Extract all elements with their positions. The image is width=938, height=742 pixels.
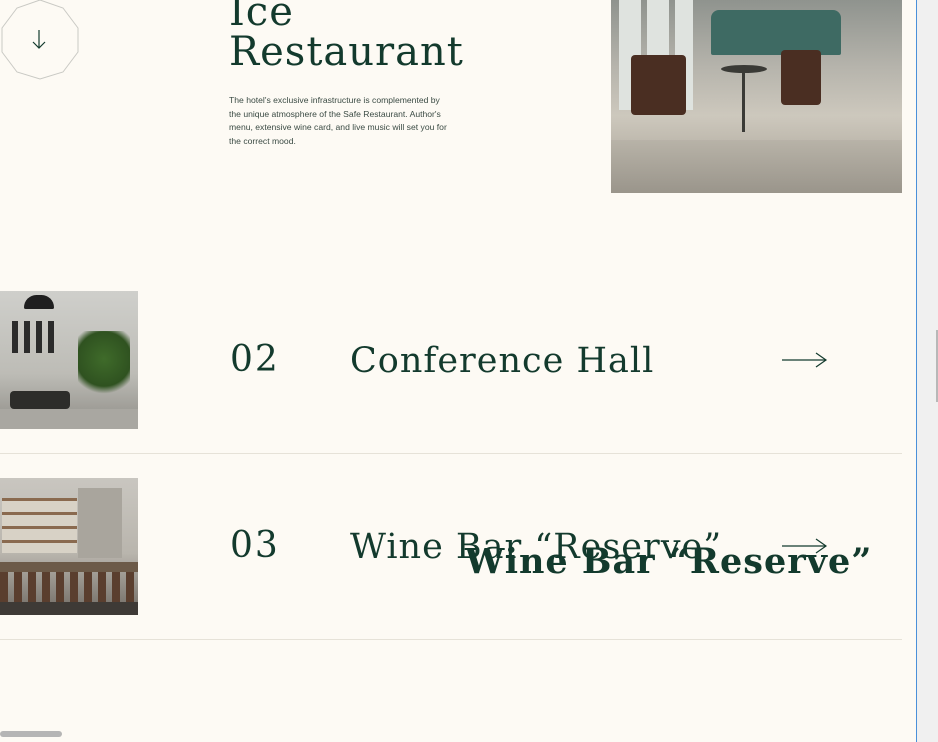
section-title-line1: Ice [229, 0, 294, 35]
arrow-right-icon [782, 352, 828, 368]
vertical-scrollbar-track[interactable] [917, 0, 938, 742]
row-link-conference-hall[interactable] [782, 352, 828, 368]
arrow-down-icon [1, 0, 79, 80]
section-title: Ice Restaurant [229, 0, 464, 72]
row-divider [0, 639, 902, 640]
conference-hall-thumbnail[interactable] [0, 291, 138, 429]
row-title-conference-hall[interactable]: Conference Hall [350, 341, 654, 381]
section-title-line2: Restaurant [229, 29, 464, 75]
page: Ice Restaurant The hotel's exclusive inf… [0, 0, 938, 742]
viewport-edge-rule [916, 0, 917, 742]
horizontal-scrollbar-thumb[interactable] [0, 731, 62, 737]
section-description: The hotel's exclusive infrastructure is … [229, 95, 447, 146]
row-divider [0, 453, 902, 454]
restaurant-photo [611, 0, 902, 193]
scroll-down-button[interactable] [0, 0, 80, 80]
dragged-title-ghost: Wine Bar “Reserve” [465, 541, 873, 582]
wine-bar-thumbnail[interactable] [0, 478, 138, 615]
row-number: 03 [230, 525, 280, 566]
row-number: 02 [230, 339, 280, 380]
